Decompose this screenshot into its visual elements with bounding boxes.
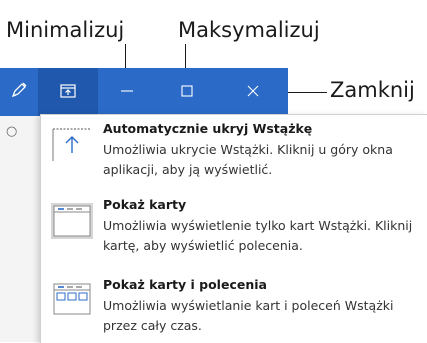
partial-ribbon-glyph: ○ bbox=[6, 124, 18, 139]
minimize-button[interactable] bbox=[98, 68, 156, 116]
menu-item-description: Umożliwia wyświetlanie kart i poleceń Ws… bbox=[103, 298, 394, 333]
close-callout-label: Zamknij bbox=[330, 78, 415, 102]
show-tabs-and-commands-icon bbox=[50, 281, 94, 321]
minimize-callout-label: Minimalizuj bbox=[6, 18, 125, 42]
window-title-bar bbox=[0, 68, 288, 116]
menu-item-title: Automatycznie ukryj Wstążkę bbox=[103, 121, 313, 136]
menu-item-show-tabs[interactable]: Pokaż karty Umożliwia wyświetlenie tylko… bbox=[41, 191, 427, 271]
maximize-button[interactable] bbox=[156, 68, 218, 116]
maximize-callout-label: Maksymalizuj bbox=[178, 18, 320, 42]
ribbon-display-options-icon bbox=[60, 83, 76, 102]
menu-item-title: Pokaż karty bbox=[103, 197, 187, 212]
maximize-leader-line bbox=[185, 44, 186, 68]
maximize-icon bbox=[180, 83, 194, 102]
minimize-icon bbox=[120, 83, 134, 102]
pen-button[interactable] bbox=[0, 68, 38, 116]
ribbon-display-options-button[interactable] bbox=[38, 68, 98, 116]
auto-hide-ribbon-icon bbox=[50, 125, 94, 165]
close-button[interactable] bbox=[218, 68, 288, 116]
minimize-leader-line bbox=[125, 44, 126, 68]
menu-item-title: Pokaż karty i polecenia bbox=[103, 277, 267, 292]
close-icon bbox=[246, 83, 260, 102]
document-area: ○ bbox=[0, 116, 40, 342]
menu-item-description: Umożliwia ukrycie Wstążki. Kliknij u gór… bbox=[103, 142, 393, 177]
menu-item-description: Umożliwia wyświetlenie tylko kart Wstążk… bbox=[103, 218, 413, 253]
show-tabs-icon bbox=[50, 201, 94, 241]
menu-item-auto-hide-ribbon[interactable]: Automatycznie ukryj Wstążkę Umożliwia uk… bbox=[41, 115, 427, 191]
ribbon-display-options-menu: Automatycznie ukryj Wstążkę Umożliwia uk… bbox=[40, 114, 427, 343]
menu-item-show-tabs-and-commands[interactable]: Pokaż karty i polecenia Umożliwia wyświe… bbox=[41, 271, 427, 343]
pen-icon bbox=[10, 81, 28, 103]
